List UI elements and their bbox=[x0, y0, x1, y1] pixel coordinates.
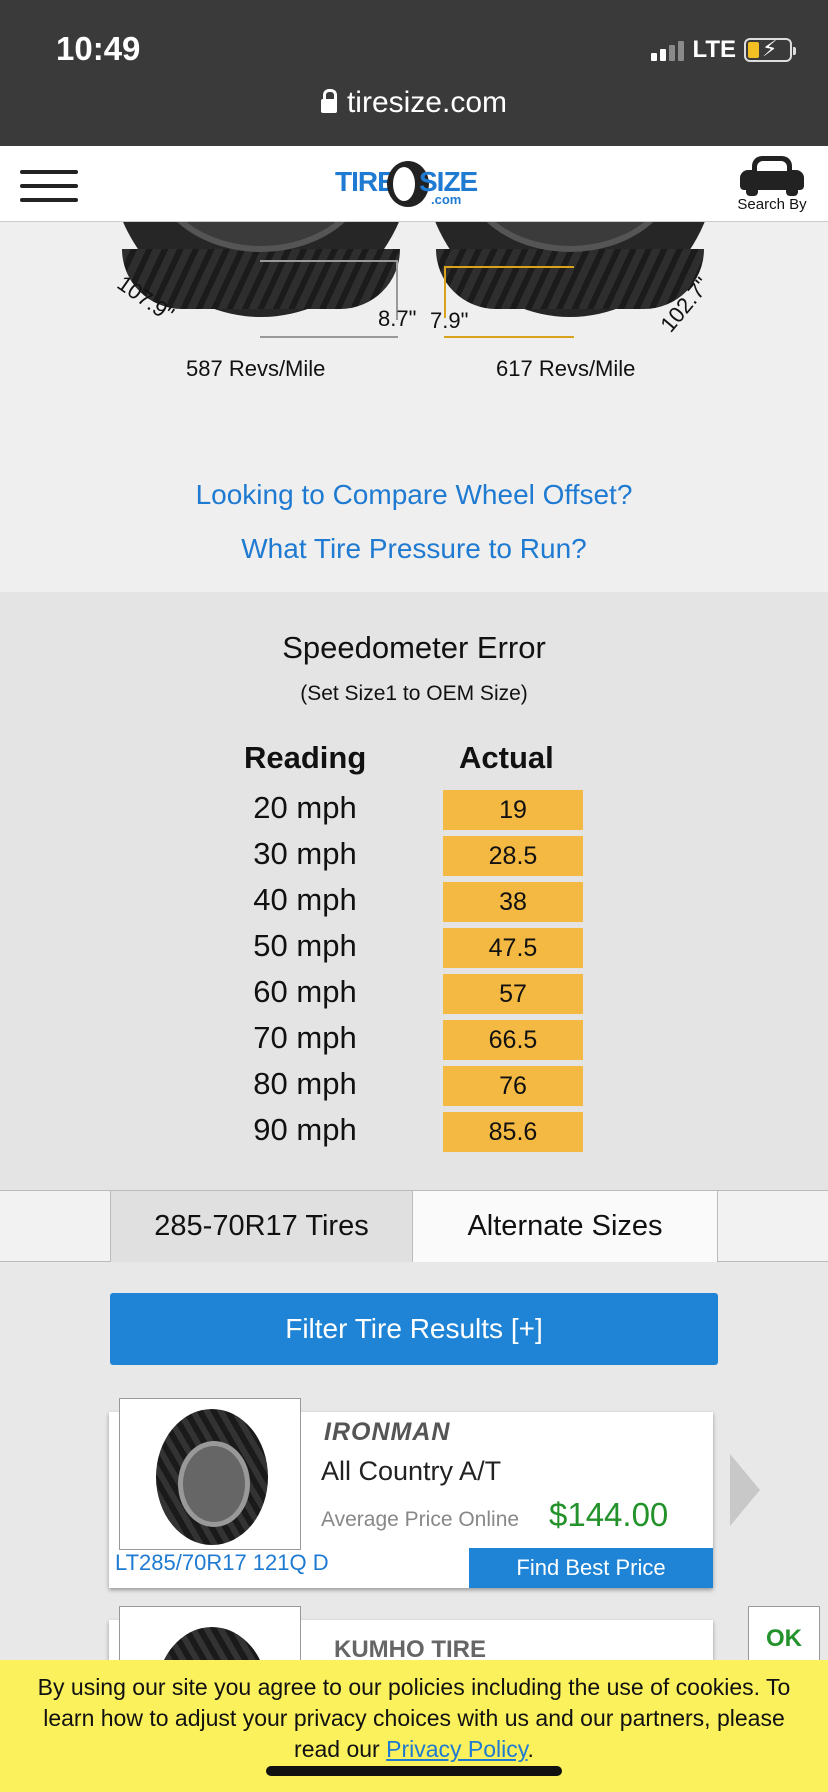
left-sidewall-label: 8.7" bbox=[378, 306, 417, 331]
find-best-price-button[interactable]: Find Best Price bbox=[469, 1548, 713, 1588]
left-revs-per-mile: 587 Revs/Mile bbox=[186, 356, 326, 381]
reading-value: 30 mph bbox=[253, 836, 357, 871]
speedometer-row: 40 mph 38 bbox=[0, 880, 828, 926]
signal-icon bbox=[651, 39, 685, 61]
right-revs-per-mile: 617 Revs/Mile bbox=[496, 356, 636, 381]
reading-value: 60 mph bbox=[253, 974, 357, 1009]
hamburger-menu-icon[interactable] bbox=[20, 170, 78, 202]
helper-links: Looking to Compare Wheel Offset? What Ti… bbox=[0, 468, 828, 576]
actual-value: 19 bbox=[443, 790, 583, 830]
actual-header: Actual bbox=[459, 740, 554, 775]
actual-value: 38 bbox=[443, 882, 583, 922]
speedometer-row: 70 mph 66.5 bbox=[0, 1018, 828, 1064]
right-sidewall-label: 7.9" bbox=[430, 308, 469, 333]
reading-header: Reading bbox=[244, 740, 367, 775]
brand-logo: IRONMAN bbox=[324, 1418, 451, 1446]
tire-result-card[interactable]: IRONMAN All Country A/T Average Price On… bbox=[109, 1398, 713, 1588]
car-icon bbox=[740, 156, 804, 196]
tire-model[interactable]: All Country A/T bbox=[321, 1456, 501, 1487]
tab-alternate-sizes[interactable]: Alternate Sizes bbox=[412, 1191, 718, 1262]
privacy-policy-link[interactable]: Privacy Policy bbox=[386, 1736, 527, 1762]
tire-pressure-link[interactable]: What Tire Pressure to Run? bbox=[0, 522, 828, 576]
lock-icon bbox=[320, 89, 337, 113]
home-indicator[interactable] bbox=[266, 1766, 562, 1776]
tab-tires[interactable]: 285-70R17 Tires bbox=[110, 1191, 413, 1262]
tire-thumbnail[interactable] bbox=[119, 1398, 301, 1550]
actual-value: 28.5 bbox=[443, 836, 583, 876]
speedometer-row: 30 mph 28.5 bbox=[0, 834, 828, 880]
next-arrow-icon[interactable] bbox=[730, 1454, 760, 1526]
speedometer-row: 50 mph 47.5 bbox=[0, 926, 828, 972]
speedometer-row: 90 mph 85.6 bbox=[0, 1110, 828, 1156]
url-text: tiresize.com bbox=[346, 86, 508, 119]
reading-value: 80 mph bbox=[253, 1066, 357, 1101]
logo-text-tire: TIRE bbox=[335, 166, 396, 197]
search-by-button[interactable]: Search By bbox=[732, 156, 812, 213]
tiresize-logo[interactable]: TIRE SIZE .com bbox=[335, 160, 495, 210]
reading-value: 40 mph bbox=[253, 882, 357, 917]
actual-value: 57 bbox=[443, 974, 583, 1014]
average-price-label: Average Price Online bbox=[321, 1508, 520, 1531]
address-bar[interactable]: tiresize.com bbox=[0, 86, 828, 120]
speedometer-subtitle: (Set Size1 to OEM Size) bbox=[300, 682, 528, 705]
reading-value: 20 mph bbox=[253, 790, 357, 825]
cookie-text-end: . bbox=[527, 1736, 534, 1762]
reading-value: 70 mph bbox=[253, 1020, 357, 1055]
tire-size-link[interactable]: LT285/70R17 121Q D bbox=[115, 1550, 329, 1576]
actual-value: 76 bbox=[443, 1066, 583, 1106]
actual-value: 66.5 bbox=[443, 1020, 583, 1060]
logo-text-com: .com bbox=[431, 192, 462, 207]
network-type: LTE bbox=[692, 36, 736, 63]
battery-icon: ⚡ bbox=[744, 36, 796, 62]
speedometer-title: Speedometer Error bbox=[282, 630, 546, 665]
speedometer-row: 20 mph 19 bbox=[0, 788, 828, 834]
status-bar: 10:49 LTE ⚡ tiresize.com bbox=[0, 0, 828, 146]
reading-value: 50 mph bbox=[253, 928, 357, 963]
search-by-label: Search By bbox=[737, 196, 807, 213]
results-tabs: 285-70R17 Tires Alternate Sizes bbox=[0, 1190, 828, 1262]
actual-value: 47.5 bbox=[443, 928, 583, 968]
filter-results-button[interactable]: Filter Tire Results [+] bbox=[110, 1293, 718, 1365]
speedometer-row: 60 mph 57 bbox=[0, 972, 828, 1018]
status-time: 10:49 bbox=[56, 30, 141, 67]
tire-price: $144.00 bbox=[549, 1496, 669, 1533]
speedometer-row: 80 mph 76 bbox=[0, 1064, 828, 1110]
status-indicators: LTE ⚡ bbox=[651, 36, 796, 64]
site-header: TIRE SIZE .com Search By bbox=[0, 146, 828, 222]
actual-value: 85.6 bbox=[443, 1112, 583, 1152]
compare-wheel-offset-link[interactable]: Looking to Compare Wheel Offset? bbox=[0, 468, 828, 522]
reading-value: 90 mph bbox=[253, 1112, 357, 1147]
speedometer-error-section: Speedometer Error (Set Size1 to OEM Size… bbox=[0, 592, 828, 1190]
